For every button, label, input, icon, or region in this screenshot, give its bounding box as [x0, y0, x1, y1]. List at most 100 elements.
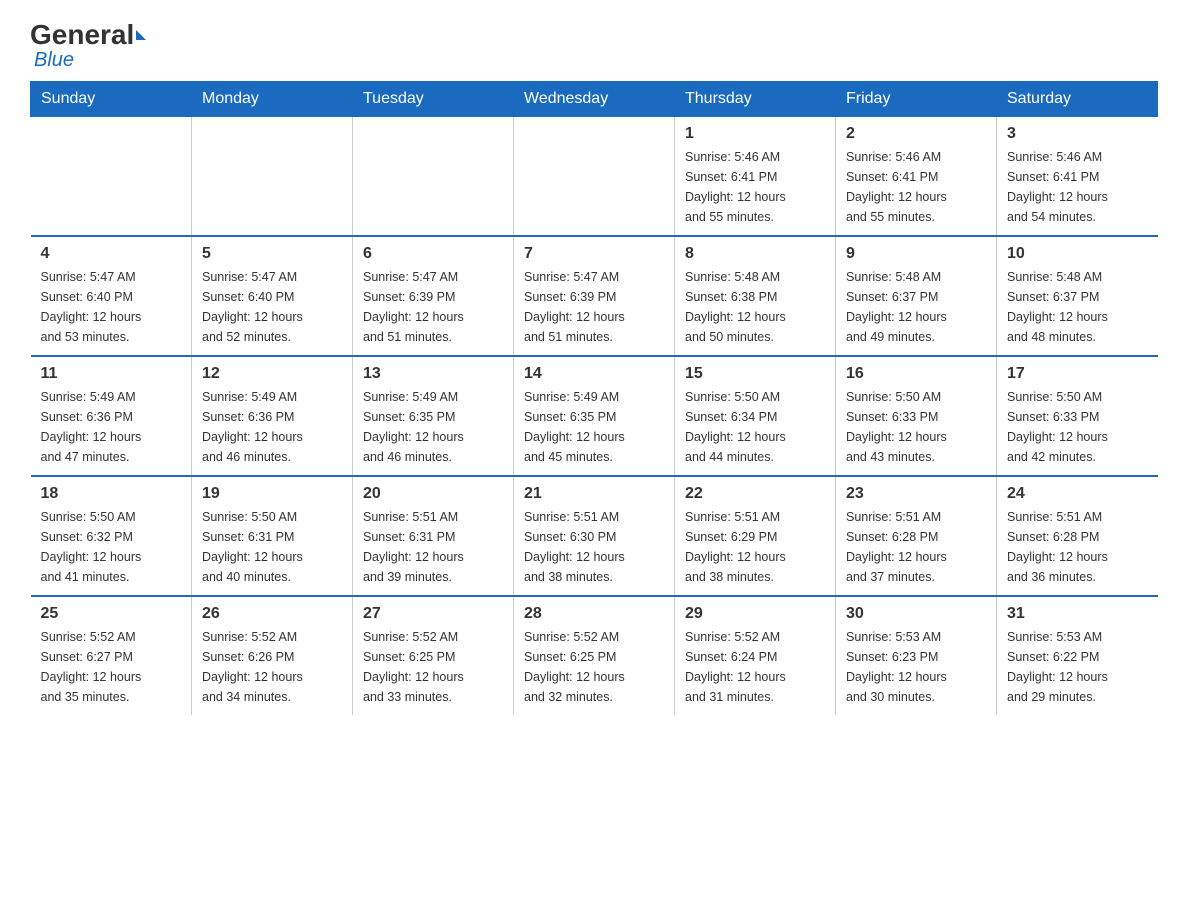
weekday-header-wednesday: Wednesday [514, 81, 675, 116]
calendar-cell: 11 Sunrise: 5:49 AMSunset: 6:36 PMDayligh… [31, 356, 192, 476]
day-number: 8 [685, 245, 825, 263]
day-number: 9 [846, 245, 986, 263]
calendar-week-row: 25Sunrise: 5:52 AMSunset: 6:27 PMDayligh… [31, 596, 1158, 715]
calendar-week-row: 4 Sunrise: 5:47 AMSunset: 6:40 PMDaylight… [31, 236, 1158, 356]
logo-text-blue: Blue [34, 49, 146, 71]
day-info: Sunrise: 5:52 AMSunset: 6:27 PMDaylight:… [41, 627, 182, 707]
calendar-cell: 7Sunrise: 5:47 AMSunset: 6:39 PMDaylight… [514, 236, 675, 356]
day-info: Sunrise: 5:52 AMSunset: 6:26 PMDaylight:… [202, 627, 342, 707]
day-number: 17 [1007, 365, 1148, 383]
day-info: Sunrise: 5:49 AMSunset: 6:36 PMDaylight:… [41, 387, 182, 467]
calendar-week-row: 18 Sunrise: 5:50 AMSunset: 6:32 PMDayligh… [31, 476, 1158, 596]
calendar-cell: 22 Sunrise: 5:51 AMSunset: 6:29 PMDayligh… [675, 476, 836, 596]
calendar-cell: 10Sunrise: 5:48 AMSunset: 6:37 PMDayligh… [997, 236, 1158, 356]
day-number: 5 [202, 245, 342, 263]
day-number: 3 [1007, 125, 1148, 143]
calendar-cell [353, 116, 514, 236]
day-number: 15 [685, 365, 825, 383]
calendar-cell [514, 116, 675, 236]
day-info: Sunrise: 5:48 AMSunset: 6:38 PMDaylight:… [685, 267, 825, 347]
weekday-header-monday: Monday [192, 81, 353, 116]
day-number: 28 [524, 605, 664, 623]
calendar-cell: 3 Sunrise: 5:46 AMSunset: 6:41 PMDaylight… [997, 116, 1158, 236]
day-info: Sunrise: 5:50 AMSunset: 6:33 PMDaylight:… [1007, 387, 1148, 467]
day-info: Sunrise: 5:49 AMSunset: 6:35 PMDaylight:… [363, 387, 503, 467]
day-number: 19 [202, 485, 342, 503]
day-number: 22 [685, 485, 825, 503]
calendar-cell: 28 Sunrise: 5:52 AMSunset: 6:25 PMDayligh… [514, 596, 675, 715]
day-info: Sunrise: 5:46 AMSunset: 6:41 PMDaylight:… [846, 147, 986, 227]
day-info: Sunrise: 5:52 AMSunset: 6:24 PMDaylight:… [685, 627, 825, 707]
day-info: Sunrise: 5:51 AMSunset: 6:28 PMDaylight:… [1007, 507, 1148, 587]
day-number: 1 [685, 125, 825, 143]
calendar-cell: 26 Sunrise: 5:52 AMSunset: 6:26 PMDayligh… [192, 596, 353, 715]
calendar-week-row: 1 Sunrise: 5:46 AMSunset: 6:41 PMDaylight… [31, 116, 1158, 236]
calendar-cell: 12 Sunrise: 5:49 AMSunset: 6:36 PMDayligh… [192, 356, 353, 476]
day-number: 11 [41, 365, 182, 383]
calendar-cell: 2 Sunrise: 5:46 AMSunset: 6:41 PMDaylight… [836, 116, 997, 236]
day-number: 10 [1007, 245, 1148, 263]
calendar-cell [192, 116, 353, 236]
weekday-header-row: SundayMondayTuesdayWednesdayThursdayFrid… [31, 81, 1158, 116]
day-number: 20 [363, 485, 503, 503]
calendar-cell: 17 Sunrise: 5:50 AMSunset: 6:33 PMDayligh… [997, 356, 1158, 476]
day-number: 18 [41, 485, 182, 503]
day-number: 31 [1007, 605, 1148, 623]
calendar-cell: 13 Sunrise: 5:49 AMSunset: 6:35 PMDayligh… [353, 356, 514, 476]
day-number: 14 [524, 365, 664, 383]
day-number: 16 [846, 365, 986, 383]
weekday-header-saturday: Saturday [997, 81, 1158, 116]
calendar-cell: 21 Sunrise: 5:51 AMSunset: 6:30 PMDayligh… [514, 476, 675, 596]
calendar-cell: 24Sunrise: 5:51 AMSunset: 6:28 PMDayligh… [997, 476, 1158, 596]
day-info: Sunrise: 5:52 AMSunset: 6:25 PMDaylight:… [363, 627, 503, 707]
day-number: 26 [202, 605, 342, 623]
day-number: 6 [363, 245, 503, 263]
calendar-cell: 14 Sunrise: 5:49 AMSunset: 6:35 PMDayligh… [514, 356, 675, 476]
day-info: Sunrise: 5:47 AMSunset: 6:40 PMDaylight:… [202, 267, 342, 347]
day-info: Sunrise: 5:51 AMSunset: 6:30 PMDaylight:… [524, 507, 664, 587]
logo-arrow-icon [136, 30, 146, 40]
calendar-cell: 27 Sunrise: 5:52 AMSunset: 6:25 PMDayligh… [353, 596, 514, 715]
calendar-week-row: 11 Sunrise: 5:49 AMSunset: 6:36 PMDayligh… [31, 356, 1158, 476]
calendar-cell: 16 Sunrise: 5:50 AMSunset: 6:33 PMDayligh… [836, 356, 997, 476]
day-info: Sunrise: 5:50 AMSunset: 6:31 PMDaylight:… [202, 507, 342, 587]
day-info: Sunrise: 5:46 AMSunset: 6:41 PMDaylight:… [1007, 147, 1148, 227]
day-number: 4 [41, 245, 182, 263]
day-number: 2 [846, 125, 986, 143]
logo-general: General [30, 20, 146, 51]
calendar-cell: 31Sunrise: 5:53 AMSunset: 6:22 PMDayligh… [997, 596, 1158, 715]
calendar-cell: 9Sunrise: 5:48 AMSunset: 6:37 PMDaylight… [836, 236, 997, 356]
day-number: 29 [685, 605, 825, 623]
weekday-header-thursday: Thursday [675, 81, 836, 116]
calendar-cell: 19 Sunrise: 5:50 AMSunset: 6:31 PMDayligh… [192, 476, 353, 596]
day-number: 30 [846, 605, 986, 623]
day-info: Sunrise: 5:49 AMSunset: 6:36 PMDaylight:… [202, 387, 342, 467]
calendar-cell: 1 Sunrise: 5:46 AMSunset: 6:41 PMDaylight… [675, 116, 836, 236]
calendar-cell: 15 Sunrise: 5:50 AMSunset: 6:34 PMDayligh… [675, 356, 836, 476]
day-number: 13 [363, 365, 503, 383]
day-number: 7 [524, 245, 664, 263]
day-info: Sunrise: 5:50 AMSunset: 6:32 PMDaylight:… [41, 507, 182, 587]
calendar-cell: 30Sunrise: 5:53 AMSunset: 6:23 PMDayligh… [836, 596, 997, 715]
day-info: Sunrise: 5:51 AMSunset: 6:28 PMDaylight:… [846, 507, 986, 587]
day-info: Sunrise: 5:51 AMSunset: 6:29 PMDaylight:… [685, 507, 825, 587]
day-info: Sunrise: 5:50 AMSunset: 6:34 PMDaylight:… [685, 387, 825, 467]
calendar-cell: 5 Sunrise: 5:47 AMSunset: 6:40 PMDaylight… [192, 236, 353, 356]
calendar-cell: 4 Sunrise: 5:47 AMSunset: 6:40 PMDaylight… [31, 236, 192, 356]
weekday-header-sunday: Sunday [31, 81, 192, 116]
calendar-cell: 20Sunrise: 5:51 AMSunset: 6:31 PMDayligh… [353, 476, 514, 596]
calendar-cell: 29 Sunrise: 5:52 AMSunset: 6:24 PMDayligh… [675, 596, 836, 715]
day-info: Sunrise: 5:52 AMSunset: 6:25 PMDaylight:… [524, 627, 664, 707]
day-info: Sunrise: 5:49 AMSunset: 6:35 PMDaylight:… [524, 387, 664, 467]
calendar-cell: 8 Sunrise: 5:48 AMSunset: 6:38 PMDaylight… [675, 236, 836, 356]
calendar-cell: 6Sunrise: 5:47 AMSunset: 6:39 PMDaylight… [353, 236, 514, 356]
day-number: 21 [524, 485, 664, 503]
day-number: 12 [202, 365, 342, 383]
calendar-cell: 18 Sunrise: 5:50 AMSunset: 6:32 PMDayligh… [31, 476, 192, 596]
day-number: 27 [363, 605, 503, 623]
day-info: Sunrise: 5:47 AMSunset: 6:40 PMDaylight:… [41, 267, 182, 347]
weekday-header-friday: Friday [836, 81, 997, 116]
day-info: Sunrise: 5:50 AMSunset: 6:33 PMDaylight:… [846, 387, 986, 467]
calendar-cell: 23Sunrise: 5:51 AMSunset: 6:28 PMDayligh… [836, 476, 997, 596]
day-info: Sunrise: 5:46 AMSunset: 6:41 PMDaylight:… [685, 147, 825, 227]
